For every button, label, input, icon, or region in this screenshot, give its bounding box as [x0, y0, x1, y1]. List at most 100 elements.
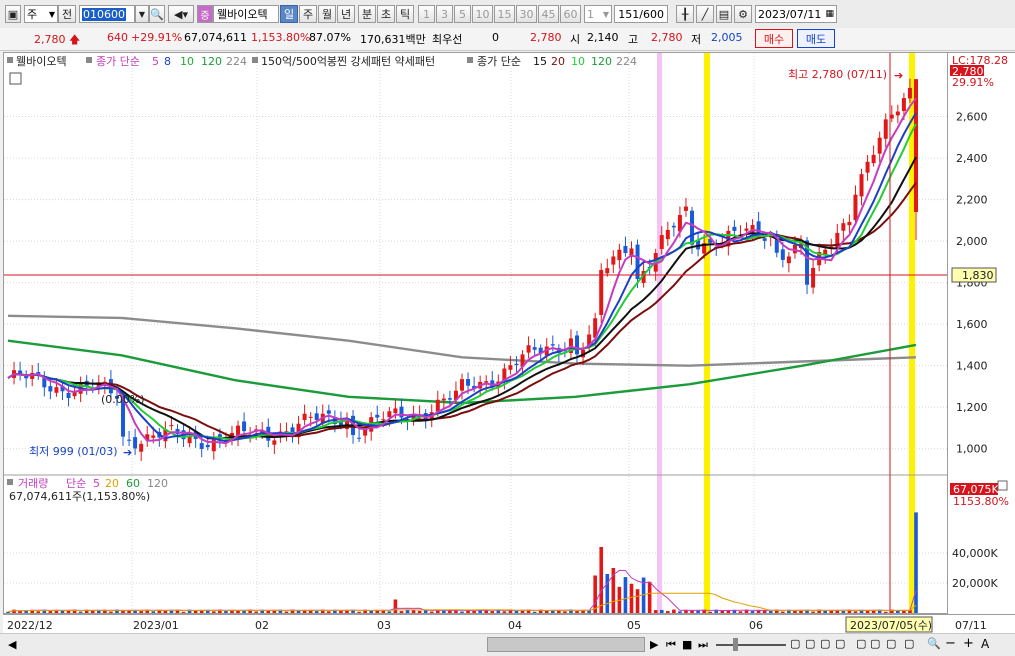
- interval-1-button[interactable]: 1: [418, 5, 435, 23]
- box-icon[interactable]: ▢: [904, 637, 914, 650]
- candle-body: [907, 87, 912, 99]
- volume-bar: [327, 611, 331, 613]
- volume-bar: [109, 611, 113, 613]
- scroll-thumb[interactable]: [487, 637, 645, 652]
- interval-5-button[interactable]: 5: [454, 5, 471, 23]
- minus-icon[interactable]: −: [945, 636, 956, 651]
- scroll-left-icon[interactable]: ◀: [8, 638, 16, 651]
- last-icon[interactable]: ⏭: [698, 638, 708, 652]
- prev-button[interactable]: 전: [58, 5, 76, 23]
- save-icon[interactable]: ▤: [716, 5, 732, 23]
- chart-toolbar: ▣ 주 ▼ 전 010600 ▼ 🔍 ◀▾ 증 웰바이오텍 일 주 월 년 분 초…: [0, 0, 1015, 29]
- chart-area[interactable]: 웰바이오텍 종가 단순 5 8 10 120 224 150억/500억봉찐 강…: [3, 52, 948, 614]
- stop-icon[interactable]: ■: [682, 638, 692, 651]
- interval-15-button[interactable]: 15: [494, 5, 515, 23]
- interval-3-button[interactable]: 3: [436, 5, 453, 23]
- box-icon[interactable]: ▢: [820, 637, 830, 650]
- gear-icon[interactable]: ⚙: [734, 5, 752, 23]
- price-axis[interactable]: LC:178.28 2,780 29.91% 2,600 2,400 2,200 2,…: [948, 52, 1015, 615]
- market-select[interactable]: 주 ▼: [24, 5, 58, 23]
- plus-icon[interactable]: +: [963, 636, 974, 651]
- period-week-button[interactable]: 주: [299, 5, 317, 23]
- candle-icon[interactable]: ╂: [676, 5, 694, 23]
- trend-icon[interactable]: ╱: [696, 5, 714, 23]
- highlight-column-pink: [657, 53, 662, 613]
- scroll-right-icon[interactable]: ▶: [650, 638, 658, 651]
- candle-body: [871, 154, 876, 164]
- speaker-icon[interactable]: ◀▾: [168, 5, 194, 23]
- window-icon[interactable]: ▣: [5, 5, 21, 23]
- date-field[interactable]: 2023/07/11 ▦: [755, 5, 837, 23]
- low-price: 2,005: [711, 31, 743, 44]
- interval-30-button[interactable]: 30: [516, 5, 537, 23]
- interval-60-button[interactable]: 60: [560, 5, 581, 23]
- legend-square-icon: [86, 57, 92, 63]
- interval-45-button[interactable]: 45: [538, 5, 559, 23]
- volume-bar: [914, 512, 918, 613]
- candle-body: [859, 174, 864, 197]
- zoom-icon[interactable]: 🔍: [927, 637, 941, 650]
- candle-body: [526, 345, 531, 353]
- code-value: 010600: [82, 7, 126, 21]
- chevron-down-icon: ▼: [138, 9, 146, 19]
- period-year-button[interactable]: 년: [337, 5, 355, 23]
- legend-ma20: 20: [551, 55, 565, 68]
- unit-select[interactable]: 1 ▼: [584, 5, 612, 23]
- x-tick-label: 03: [377, 619, 391, 632]
- candle-body: [508, 365, 513, 370]
- interval-10-button[interactable]: 10: [472, 5, 493, 23]
- volume-expand-icon[interactable]: [997, 480, 1008, 491]
- volume-bar: [48, 611, 53, 613]
- y-tick-label: 2,200: [956, 194, 988, 207]
- box-icon[interactable]: ▢: [805, 637, 815, 650]
- box-icon[interactable]: ▢: [835, 637, 845, 650]
- zoom-slider[interactable]: [716, 644, 786, 646]
- text-icon[interactable]: A: [981, 637, 989, 651]
- volume-bar: [871, 610, 876, 613]
- box-icon[interactable]: ▢: [870, 637, 880, 650]
- volume-bar: [678, 611, 682, 613]
- count-field[interactable]: 151/600: [614, 5, 668, 23]
- period-minute-button[interactable]: 분: [358, 5, 376, 23]
- volume-ma20-line: [7, 592, 917, 613]
- volume-bar: [242, 610, 246, 613]
- volume-bar: [841, 611, 846, 613]
- volume-bar: [405, 609, 410, 613]
- price-chart-svg[interactable]: 웰바이오텍 종가 단순 5 8 10 120 224 150억/500억봉찐 강…: [4, 53, 947, 613]
- candle-body: [659, 235, 664, 249]
- candle-body: [387, 411, 392, 418]
- candle-body: [575, 335, 580, 355]
- volume-ma120: 120: [147, 477, 168, 490]
- candle-body: [381, 419, 386, 421]
- grid-toggle-icon[interactable]: [9, 72, 22, 85]
- sell-button[interactable]: 매도: [797, 29, 835, 48]
- volume-pct: 1,153.80%: [251, 31, 311, 44]
- box-icon[interactable]: ▢: [886, 637, 896, 650]
- volume-bar: [254, 611, 258, 613]
- box-icon[interactable]: ▢: [856, 637, 866, 650]
- volume-bar: [36, 611, 41, 613]
- period-second-button[interactable]: 초: [377, 5, 395, 23]
- period-day-button[interactable]: 일: [280, 5, 298, 23]
- zoom-slider-handle[interactable]: [733, 638, 738, 651]
- volume-bar: [78, 611, 83, 613]
- volume-bar: [411, 610, 416, 613]
- chart-scrollbar[interactable]: ◀ ▶ ⏮ ■ ⏭ ▢ ▢ ▢ ▢ ▢ ▢ ▢ ▢ 🔍 − + A: [0, 633, 1015, 656]
- volume-bar: [635, 589, 640, 613]
- buy-button[interactable]: 매수: [755, 29, 793, 48]
- stock-type-badge: 증: [197, 5, 213, 23]
- code-input[interactable]: 010600: [79, 5, 135, 23]
- period-month-button[interactable]: 월: [318, 5, 336, 23]
- candle-body: [375, 414, 380, 418]
- first-icon[interactable]: ⏮: [666, 638, 676, 652]
- code-dropdown-button[interactable]: ▼: [135, 5, 149, 23]
- candle-body: [853, 194, 858, 221]
- open-label: 시: [570, 33, 581, 46]
- search-icon[interactable]: 🔍: [149, 5, 165, 23]
- box-icon[interactable]: ▢: [790, 637, 800, 650]
- volume-tick-label: 40,000K: [952, 547, 998, 560]
- cross-price-text: 1,830: [962, 269, 994, 282]
- date-axis[interactable]: 2022/12 2023/01 02 03 04 05 06 07/11 2023/07/05…: [3, 614, 1015, 634]
- period-tick-button[interactable]: 틱: [396, 5, 414, 23]
- volume-bar: [181, 611, 186, 613]
